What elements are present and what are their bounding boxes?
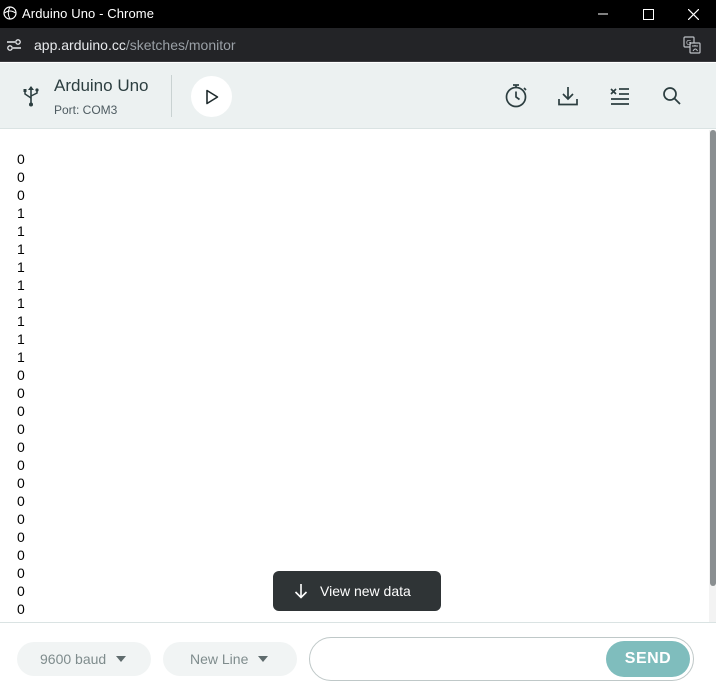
output-line: 1 <box>17 259 25 275</box>
output-line: 1 <box>17 313 25 329</box>
caret-down-icon <box>258 656 269 662</box>
window-titlebar: Arduino Uno - Chrome <box>0 0 716 28</box>
clear-output-icon <box>610 88 629 105</box>
baud-rate-select[interactable]: 9600 baud <box>17 642 151 676</box>
output-line: 1 <box>17 349 25 365</box>
output-line: 1 <box>17 277 25 293</box>
download-output-button[interactable] <box>553 81 583 111</box>
output-line: 0 <box>17 439 25 455</box>
monitor-footer: 9600 baud New Line SEND <box>0 622 716 692</box>
usb-icon <box>23 86 39 107</box>
output-line: 0 <box>17 475 25 491</box>
view-new-data-button[interactable]: View new data <box>273 571 441 611</box>
output-line: 0 <box>17 565 25 581</box>
output-line: 0 <box>17 187 25 203</box>
address-bar: app.arduino.cc/sketches/monitor G <box>0 28 716 62</box>
output-line: 0 <box>17 547 25 563</box>
minimize-icon <box>598 13 608 15</box>
maximize-button[interactable] <box>625 0 671 28</box>
globe-icon <box>3 6 17 20</box>
site-settings-icon[interactable] <box>6 38 22 52</box>
output-line: 1 <box>17 295 25 311</box>
search-output-button[interactable] <box>657 81 687 111</box>
url-field[interactable]: app.arduino.cc/sketches/monitor <box>34 37 236 53</box>
url-domain: app.arduino.cc <box>34 37 126 53</box>
output-line: 0 <box>17 457 25 473</box>
output-scrollbar[interactable] <box>709 130 716 622</box>
output-line: 0 <box>17 367 25 383</box>
serial-monitor-output[interactable]: 0 0 0 1 1 1 1 1 1 1 1 1 0 0 0 0 0 0 0 0 0 0 0 0 0 0 View new data <box>0 130 716 622</box>
output-line: 0 <box>17 583 25 599</box>
output-line: 0 <box>17 529 25 545</box>
output-line: 0 <box>17 601 25 617</box>
board-port: Port: COM3 <box>54 103 118 117</box>
line-ending-value: New Line <box>190 651 249 667</box>
search-icon <box>663 87 681 105</box>
output-line: 1 <box>17 223 25 239</box>
close-window-button[interactable] <box>670 0 716 28</box>
output-line: 0 <box>17 511 25 527</box>
toolbar-divider <box>171 75 172 117</box>
output-line: 1 <box>17 331 25 347</box>
output-line: 0 <box>17 493 25 509</box>
toggle-timestamp-button[interactable] <box>501 81 531 111</box>
caret-down-icon <box>116 656 127 662</box>
line-ending-select[interactable]: New Line <box>163 642 297 676</box>
view-new-data-label: View new data <box>320 583 411 599</box>
minimize-button[interactable] <box>580 0 626 28</box>
maximize-icon <box>642 8 654 20</box>
stopwatch-icon <box>505 84 527 108</box>
output-line: 0 <box>17 421 25 437</box>
close-icon <box>687 8 699 20</box>
message-input-container: SEND <box>309 637 694 681</box>
output-line: 0 <box>17 151 25 167</box>
scrollbar-thumb[interactable] <box>710 130 716 586</box>
output-line: 1 <box>17 241 25 257</box>
output-line: 0 <box>17 169 25 185</box>
output-line: 0 <box>17 385 25 401</box>
play-icon <box>205 89 218 104</box>
send-button[interactable]: SEND <box>606 641 690 677</box>
download-icon <box>558 87 578 106</box>
arrow-down-icon <box>294 584 308 599</box>
output-lines: 0 0 0 1 1 1 1 1 1 1 1 1 0 0 0 0 0 0 0 0 0 0 0 0 0 0 <box>17 150 25 618</box>
output-line: 0 <box>17 403 25 419</box>
window-title: Arduino Uno - Chrome <box>22 6 155 21</box>
output-line: 1 <box>17 205 25 221</box>
board-name: Arduino Uno <box>54 76 149 95</box>
url-path: /sketches/monitor <box>125 37 236 53</box>
monitor-toolbar: Arduino Uno Port: COM3 <box>0 63 716 129</box>
clear-output-button[interactable] <box>605 81 635 111</box>
play-button[interactable] <box>191 76 232 117</box>
baud-rate-value: 9600 baud <box>40 651 107 667</box>
message-input[interactable] <box>326 649 596 671</box>
translate-icon[interactable]: G <box>683 36 701 54</box>
svg-text:G: G <box>686 39 691 47</box>
